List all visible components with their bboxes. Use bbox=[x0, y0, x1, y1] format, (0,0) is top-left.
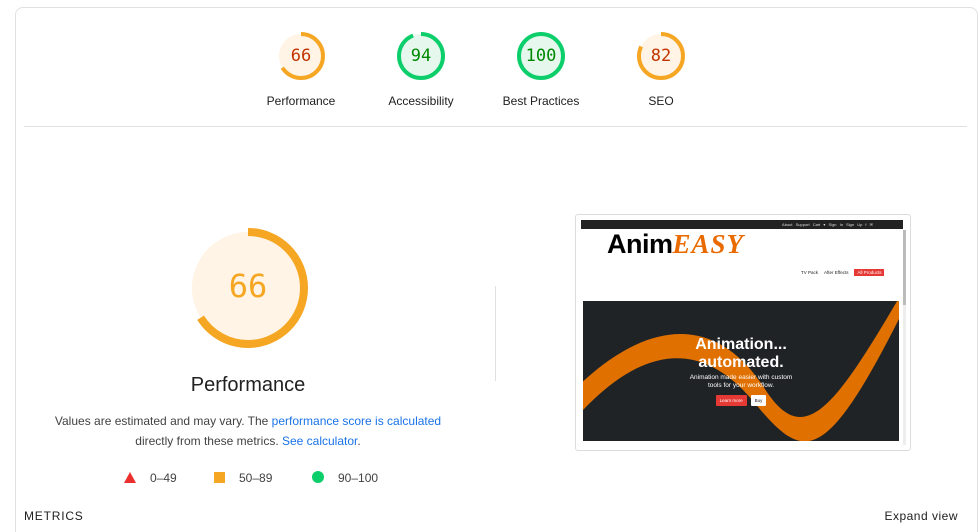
hero-title: Animation... automated. bbox=[583, 336, 899, 372]
triangle-icon bbox=[124, 472, 136, 483]
hero-buttons: Learn more Buy bbox=[583, 395, 899, 406]
expand-view-button[interactable]: Expand view bbox=[884, 509, 958, 523]
gauge-score: 94 bbox=[410, 46, 432, 66]
header-divider bbox=[24, 126, 967, 127]
circle-icon bbox=[312, 471, 324, 483]
performance-big-score: 66 bbox=[228, 267, 268, 305]
gauge-accessibility[interactable]: 94 Accessibility bbox=[361, 30, 481, 108]
see-calculator-link[interactable]: See calculator bbox=[282, 434, 357, 448]
nav-item-all-products: All Products bbox=[854, 269, 885, 276]
desc-text-1: Values are estimated and may vary. The bbox=[54, 414, 272, 428]
hero-title-line-1: Animation... bbox=[695, 336, 787, 353]
performance-description: Values are estimated and may vary. The p… bbox=[40, 411, 456, 451]
animeasy-logo: AnimEASY bbox=[607, 229, 744, 260]
category-gauges: 66 Performance 94 Accessibility 100 Best Prac… bbox=[0, 30, 978, 120]
legend-fail-label: 0–49 bbox=[150, 471, 177, 485]
logo-easy: EASY bbox=[672, 229, 745, 259]
screenshot-nav: TV Pack After Effects All Products bbox=[801, 269, 890, 276]
buy-button: Buy bbox=[750, 395, 767, 406]
legend-fail: 0–49 bbox=[124, 470, 177, 486]
performance-title: Performance bbox=[190, 374, 306, 396]
hero-subtitle: Animation made easier with custom tools … bbox=[583, 374, 899, 390]
legend-pass: 90–100 bbox=[312, 470, 378, 486]
gauge-score: 66 bbox=[290, 46, 312, 66]
hero-subtitle-line-1: Animation made easier with custom bbox=[689, 374, 793, 381]
logo-anim: Anim bbox=[607, 229, 673, 259]
gauge-score: 100 bbox=[525, 46, 557, 66]
legend-average: 50–89 bbox=[214, 470, 272, 486]
hero-subtitle-line-2: tools for your workflow. bbox=[707, 382, 775, 389]
screenshot-hero: Animation... automated. Animation made e… bbox=[583, 301, 899, 441]
nav-item-tv-pack: TV Pack bbox=[801, 270, 819, 275]
gauge-label: Performance bbox=[266, 94, 336, 108]
gauge-performance[interactable]: 66 Performance bbox=[241, 30, 361, 108]
screenshot-scrollbar-track bbox=[903, 305, 906, 445]
hero-title-line-2: automated. bbox=[698, 354, 784, 371]
screenshot-topbar: About Support Cart ▾ Sign In Sign Up f ✉ bbox=[581, 220, 903, 229]
gauge-best-practices[interactable]: 100 Best Practices bbox=[481, 30, 601, 108]
gauge-score: 82 bbox=[650, 46, 672, 66]
legend-average-label: 50–89 bbox=[239, 471, 273, 485]
legend-pass-label: 90–100 bbox=[338, 471, 379, 485]
screenshot-scrollbar bbox=[903, 230, 906, 305]
gauge-label: Accessibility bbox=[388, 94, 454, 108]
desc-text-2: directly from these metrics. bbox=[135, 434, 282, 448]
score-legend: 0–49 50–89 90–100 bbox=[0, 470, 520, 486]
performance-score-link[interactable]: performance score is calculated bbox=[272, 414, 441, 428]
vertical-divider bbox=[495, 286, 496, 381]
square-icon bbox=[214, 472, 225, 483]
gauge-seo[interactable]: 82 SEO bbox=[601, 30, 721, 108]
learn-more-button: Learn more bbox=[715, 395, 747, 406]
gauge-label: SEO bbox=[648, 94, 674, 108]
desc-text-3: . bbox=[357, 434, 361, 448]
nav-item-after-effects: After Effects bbox=[824, 270, 849, 275]
final-screenshot[interactable]: About Support Cart ▾ Sign In Sign Up f ✉… bbox=[575, 214, 911, 451]
gauge-label: Best Practices bbox=[502, 94, 580, 108]
metrics-heading: METRICS bbox=[24, 509, 84, 523]
